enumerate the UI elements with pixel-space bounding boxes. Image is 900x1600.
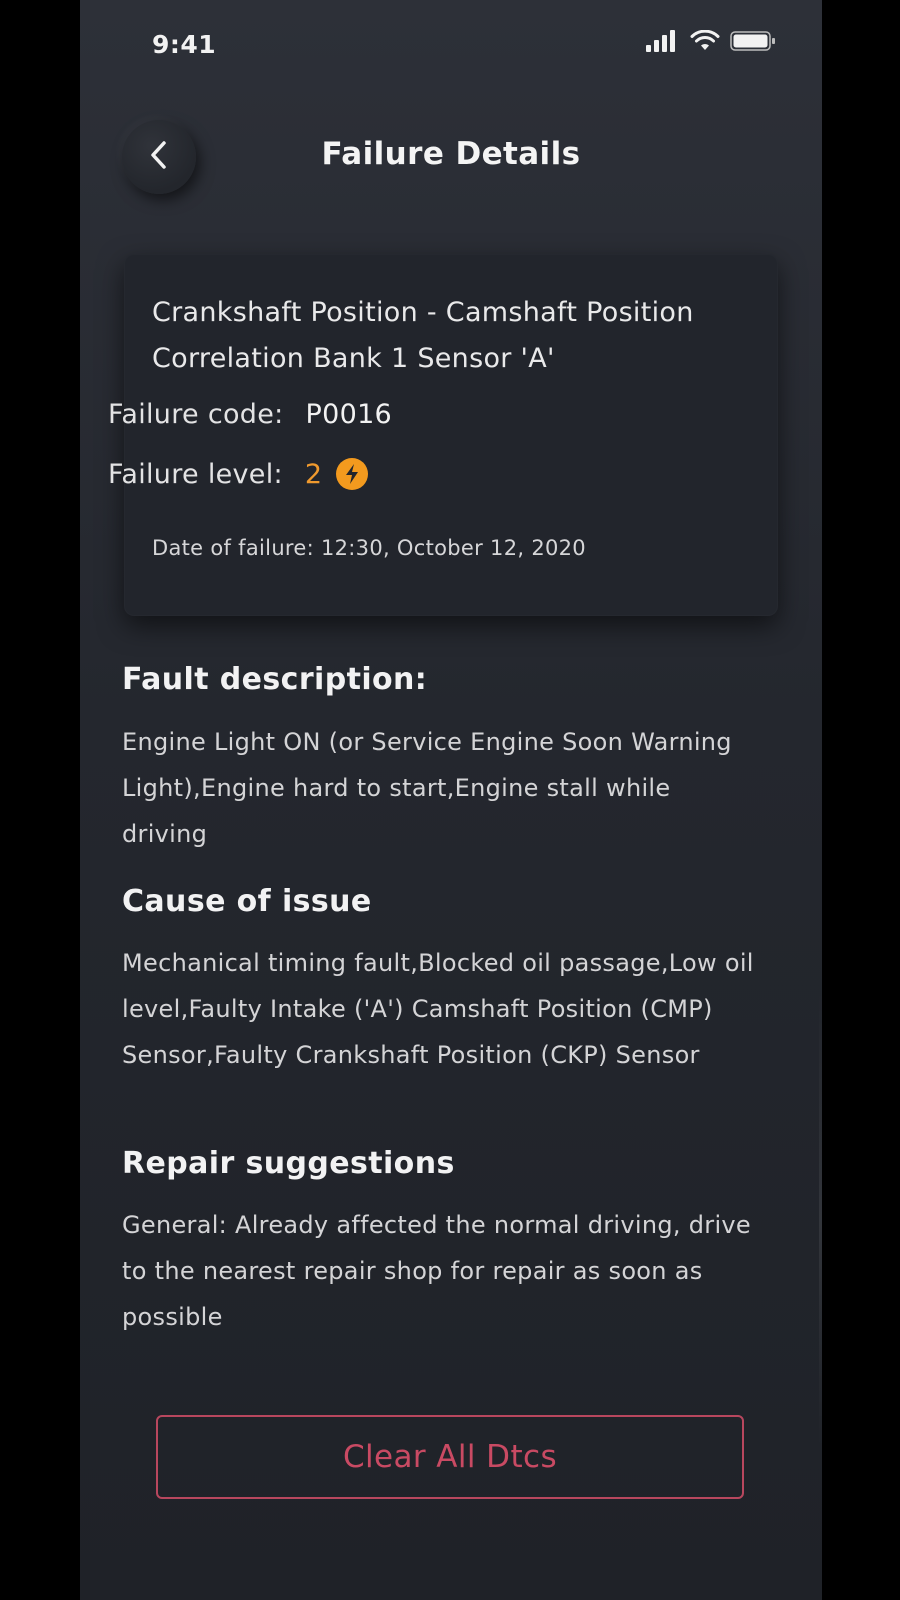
failure-info-card: Crankshaft Position - Camshaft Position …: [124, 254, 778, 616]
fault-description-text: Engine Light ON (or Service Engine Soon …: [122, 728, 732, 848]
page-title: Failure Details: [321, 136, 581, 172]
failure-level-row: Failure level: 2: [108, 458, 369, 490]
cause-of-issue-heading: Cause of issue: [122, 884, 372, 919]
battery-icon: [730, 30, 776, 52]
status-icons: [646, 30, 776, 52]
repair-suggestions-text: General: Already affected the normal dri…: [122, 1211, 751, 1331]
lightning-bolt-icon: [336, 458, 369, 490]
fault-description-heading: Fault description:: [122, 662, 428, 697]
failure-level-value: 2: [304, 458, 323, 490]
failure-code-label: Failure code:: [108, 399, 284, 430]
failure-level-label: Failure level:: [108, 458, 283, 490]
failure-name: Crankshaft Position - Camshaft Position …: [152, 297, 694, 374]
wifi-icon: [690, 30, 720, 52]
failure-date: Date of failure: 12:30, October 12, 2020: [152, 536, 586, 560]
failure-code-row: Failure code: P0016: [108, 399, 392, 430]
scroll-edge: [819, 990, 822, 1450]
phone-screen: 9:41 Failure Details Crankshaft Position…: [80, 0, 822, 1600]
clear-all-dtcs-button[interactable]: Clear All Dtcs: [156, 1415, 744, 1499]
cause-of-issue-text: Mechanical timing fault,Blocked oil pass…: [122, 949, 754, 1069]
status-bar: 9:41: [80, 0, 822, 90]
failure-code-value: P0016: [305, 399, 393, 430]
signal-icon: [646, 30, 680, 52]
repair-suggestions-heading: Repair suggestions: [122, 1146, 455, 1181]
status-time: 9:41: [152, 30, 217, 59]
